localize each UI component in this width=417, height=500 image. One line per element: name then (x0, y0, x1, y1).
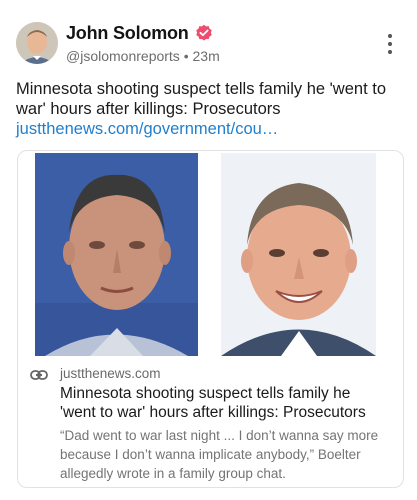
author-name[interactable]: John Solomon (66, 23, 189, 44)
preview-image[interactable] (18, 151, 403, 356)
card-title[interactable]: Minnesota shooting suspect tells family … (60, 384, 390, 422)
link-preview-card[interactable]: justthenews.com Minnesota shooting suspe… (17, 150, 404, 488)
meta-separator: • (183, 48, 189, 64)
post-meta: @jsolomonreports • 23m (66, 48, 220, 64)
author-avatar[interactable] (16, 22, 58, 64)
post-link[interactable]: justthenews.com/government/cou… (16, 119, 401, 139)
card-body: justthenews.com Minnesota shooting suspe… (30, 366, 390, 483)
author-block: John Solomon @jsolomonreports • 23m (66, 22, 220, 65)
suspect-photo-right (221, 153, 376, 356)
post-text: Minnesota shooting suspect tells family … (16, 79, 401, 139)
more-options-icon[interactable] (387, 34, 393, 54)
link-icon (30, 370, 48, 380)
verified-badge-icon (195, 24, 212, 41)
post-time[interactable]: 23m (193, 48, 220, 64)
name-row: John Solomon (66, 22, 220, 44)
suspect-photo-left (35, 153, 198, 356)
post-body: Minnesota shooting suspect tells family … (16, 80, 387, 118)
post: John Solomon @jsolomonreports • 23m Minn… (0, 0, 417, 500)
card-description: “Dad went to war last night ... I don’t … (60, 428, 379, 481)
author-handle[interactable]: @jsolomonreports (66, 48, 180, 64)
card-domain: justthenews.com (60, 366, 161, 381)
